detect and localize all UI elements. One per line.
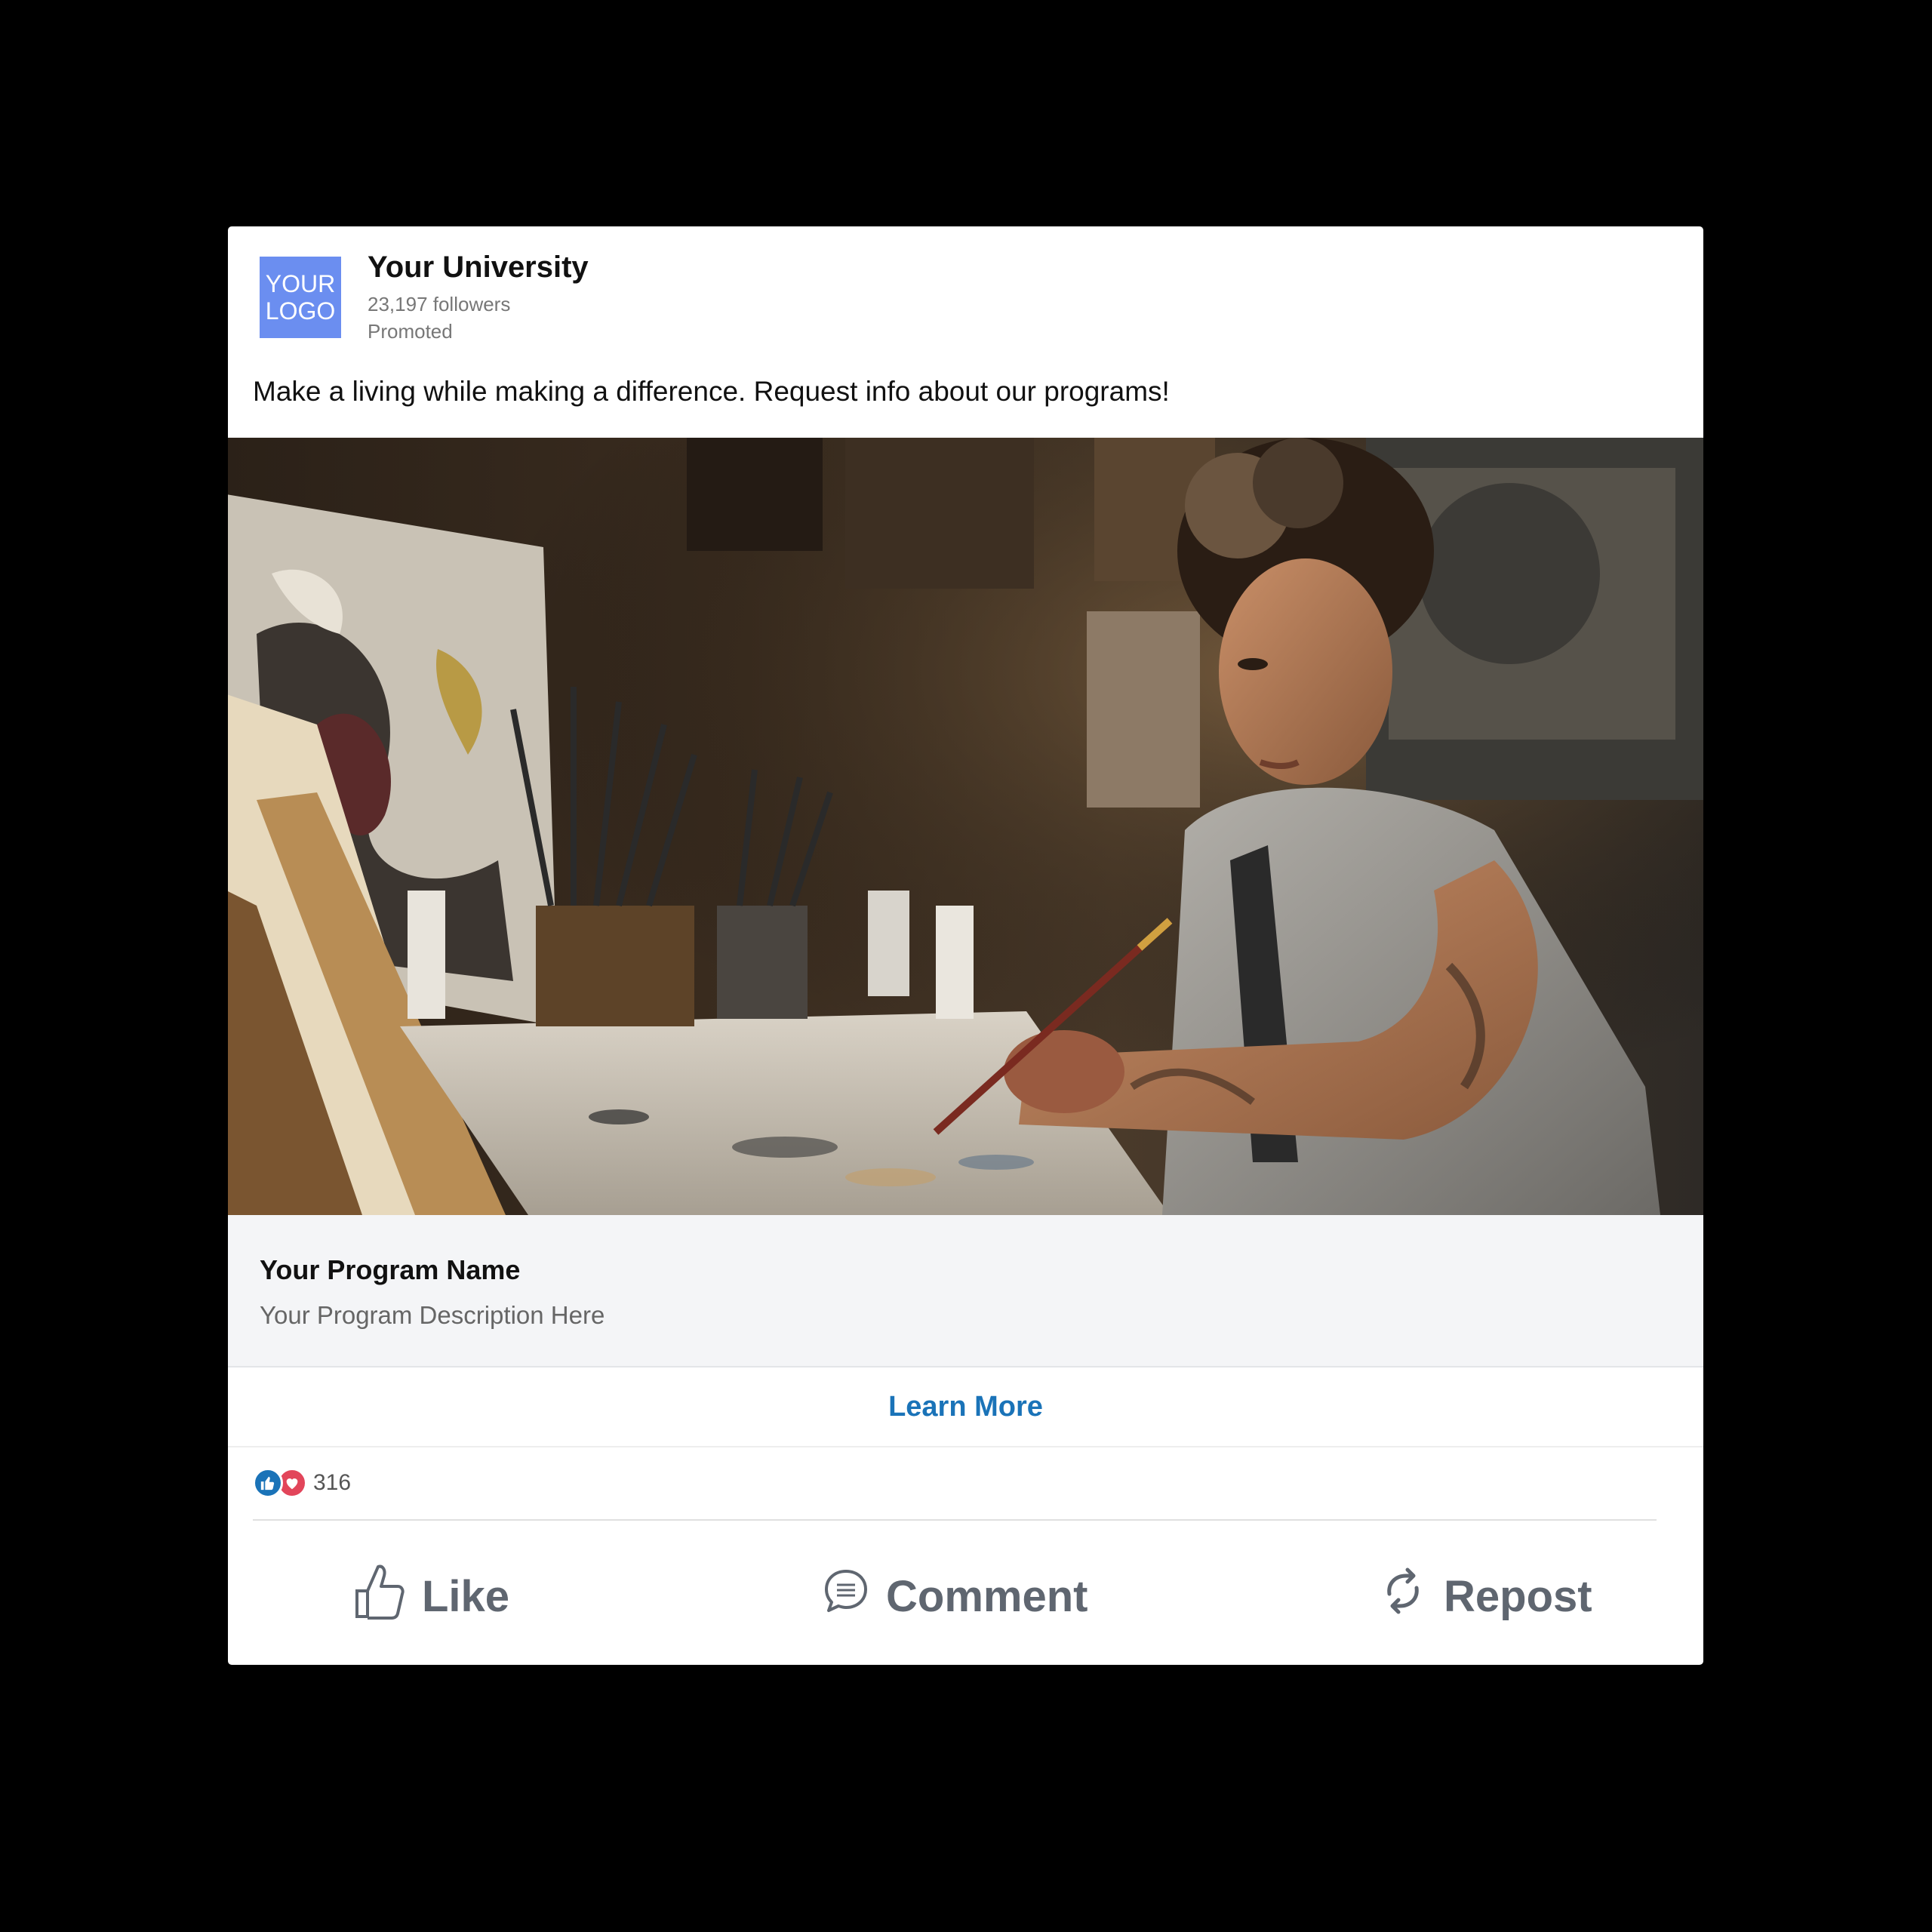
follower-count: 23,197 followers — [368, 293, 511, 315]
cta-row: Learn More — [228, 1367, 1703, 1447]
organization-name[interactable]: Your University — [368, 251, 589, 285]
actions-divider — [253, 1519, 1657, 1521]
logo-line-1: YOUR — [265, 270, 336, 297]
thumbs-up-icon — [352, 1561, 422, 1632]
logo-line-2: LOGO — [265, 297, 336, 325]
comment-button[interactable]: Comment — [823, 1562, 1088, 1630]
reaction-summary[interactable]: 316 — [253, 1464, 351, 1502]
program-info[interactable]: Your Program Name Your Program Descripti… — [228, 1215, 1703, 1367]
comment-label: Comment — [886, 1571, 1088, 1621]
like-reaction-icon — [253, 1468, 283, 1498]
program-description: Your Program Description Here — [260, 1301, 605, 1329]
like-label: Like — [422, 1571, 510, 1621]
company-logo[interactable]: YOUR LOGO — [260, 257, 341, 338]
program-name: Your Program Name — [260, 1254, 521, 1285]
post-text: Make a living while making a difference.… — [253, 376, 1170, 407]
post-header: YOUR LOGO Your University 23,197 followe… — [228, 226, 1703, 438]
repost-button[interactable]: Repost — [1379, 1562, 1592, 1630]
promoted-label: Promoted — [368, 320, 453, 343]
reaction-count: 316 — [313, 1470, 352, 1495]
repost-label: Repost — [1444, 1571, 1592, 1621]
repost-icon — [1379, 1567, 1444, 1626]
post-image[interactable] — [228, 438, 1703, 1215]
learn-more-button[interactable]: Learn More — [888, 1391, 1043, 1423]
action-bar: Like Comment Repost — [228, 1532, 1703, 1660]
sponsored-post-card: YOUR LOGO Your University 23,197 followe… — [228, 226, 1703, 1665]
comment-icon — [823, 1567, 886, 1625]
like-button[interactable]: Like — [352, 1562, 509, 1630]
